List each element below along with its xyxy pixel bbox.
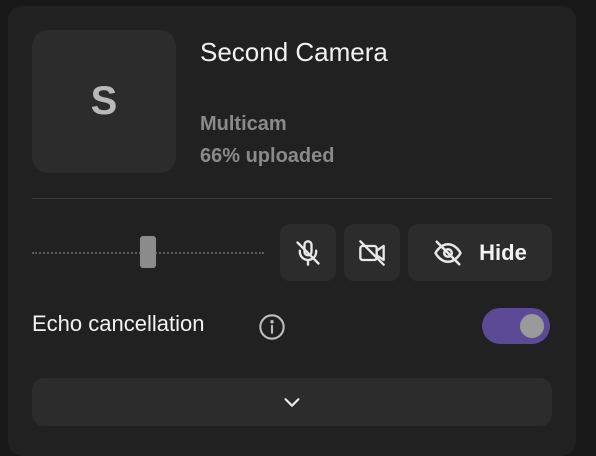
mute-mic-button[interactable] [280, 224, 336, 281]
info-icon[interactable] [258, 313, 286, 341]
camera-avatar: S [32, 30, 176, 173]
camera-off-button[interactable] [344, 224, 400, 281]
slider-thumb[interactable] [140, 236, 156, 268]
chevron-down-icon [284, 398, 300, 407]
avatar-letter: S [90, 79, 118, 123]
camera-type: Multicam [200, 113, 287, 135]
upload-status: 66% uploaded [200, 145, 335, 167]
toggle-knob [520, 314, 544, 338]
mic-off-icon [296, 239, 320, 266]
video-off-icon [359, 239, 385, 266]
divider [32, 198, 552, 199]
volume-slider[interactable] [32, 236, 264, 270]
camera-name: Second Camera [200, 37, 388, 67]
eye-off-icon [434, 240, 462, 265]
expand-button[interactable] [32, 378, 552, 426]
echo-cancellation-label: Echo cancellation [32, 311, 205, 336]
hide-button[interactable]: Hide [408, 224, 552, 281]
echo-cancellation-toggle[interactable] [482, 308, 550, 344]
hide-label: Hide [479, 239, 527, 265]
